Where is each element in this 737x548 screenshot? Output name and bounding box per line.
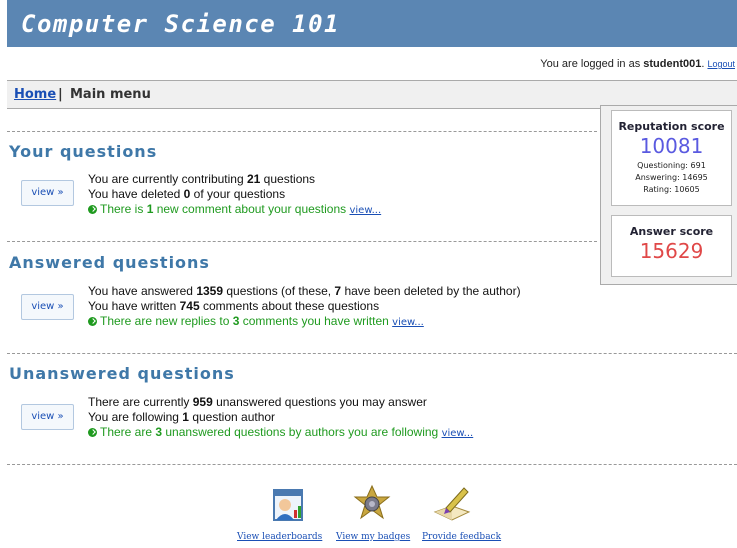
answering-score: Answering: 14695 [635, 173, 708, 182]
check-circle-icon [88, 317, 97, 326]
logout-link[interactable]: Logout [707, 59, 735, 69]
answer-score-box: Answer score 15629 [611, 215, 732, 277]
view-followed-authors-link[interactable]: view... [442, 428, 474, 439]
view-new-replies-link[interactable]: view... [392, 317, 424, 328]
provide-feedback-link[interactable]: Provide feedback [422, 532, 501, 542]
view-unanswered-questions-button[interactable]: view » [21, 404, 74, 430]
feedback-icon[interactable] [432, 484, 472, 524]
breadcrumb-separator: | [58, 87, 63, 102]
new-replies-notice: There are new replies to 3 comments you … [88, 314, 424, 328]
rating-score: Rating: 10605 [643, 185, 700, 194]
reputation-score-box: Reputation score 10081 Questioning: 691 … [611, 110, 732, 206]
answer-score-title: Answer score [629, 225, 714, 238]
section-divider [7, 131, 597, 132]
course-title: Computer Science 101 [21, 10, 340, 38]
view-leaderboards-link[interactable]: View leaderboards [237, 532, 322, 542]
section-title-your-questions: Your questions [9, 142, 158, 161]
view-your-questions-button[interactable]: view » [21, 180, 74, 206]
reputation-score-title: Reputation score [618, 120, 725, 133]
check-circle-icon [88, 205, 97, 214]
breadcrumb-current: Main menu [70, 87, 151, 102]
home-link[interactable]: Home [14, 87, 56, 102]
section-title-answered-questions: Answered questions [9, 253, 210, 272]
unanswered-count: 959 [192, 395, 213, 409]
comments-written-count: 745 [179, 299, 200, 313]
view-new-comment-link[interactable]: view... [349, 205, 381, 216]
followed-authors-notice: There are 3 unanswered questions by auth… [88, 425, 473, 439]
questioning-score: Questioning: 691 [637, 161, 706, 170]
new-comment-notice: There is 1 new comment about your questi… [88, 202, 381, 216]
answer-score-value: 15629 [639, 239, 704, 263]
score-panel: Reputation score 10081 Questioning: 691 … [600, 105, 737, 285]
contributing-count: 21 [246, 172, 261, 186]
login-username: student001 [643, 58, 702, 70]
contributing-line: You are currently contributing 21 questi… [88, 172, 316, 186]
reputation-score-value: 10081 [639, 134, 704, 158]
unanswered-line: There are currently 959 unanswered quest… [88, 395, 427, 409]
badge-icon[interactable] [352, 484, 392, 524]
section-divider [7, 241, 597, 242]
view-my-badges-link[interactable]: View my badges [336, 532, 410, 542]
login-status: You are logged in as student001. Logout [540, 58, 735, 70]
section-divider [7, 464, 737, 465]
section-title-unanswered-questions: Unanswered questions [9, 364, 235, 383]
answered-count: 1359 [196, 284, 224, 298]
view-answered-questions-button[interactable]: view » [21, 294, 74, 320]
deleted-line: You have deleted 0 of your questions [88, 187, 286, 201]
check-circle-icon [88, 428, 97, 437]
following-line: You are following 1 question author [88, 410, 276, 424]
leaderboards-icon[interactable] [268, 484, 308, 524]
following-count: 1 [182, 410, 189, 424]
answered-line: You have answered 1359 questions (of the… [88, 284, 521, 298]
login-suffix: . [701, 58, 705, 70]
comments-written-line: You have written 745 comments about thes… [88, 299, 380, 313]
login-prefix: You are logged in as [540, 58, 641, 70]
header-banner: Computer Science 101 [7, 0, 737, 47]
section-divider [7, 353, 737, 354]
